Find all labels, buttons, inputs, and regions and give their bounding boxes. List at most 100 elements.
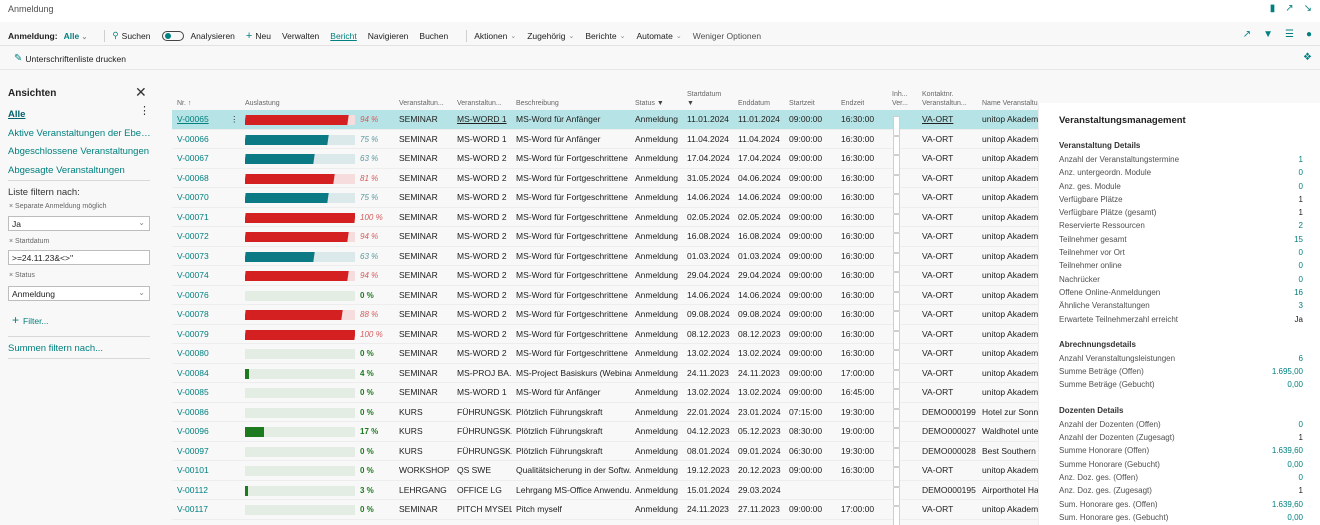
cell-nr-link[interactable]: V-00080 (177, 344, 209, 364)
cell-event-code[interactable]: MS-WORD 1 (457, 130, 512, 150)
cell-event-code[interactable]: FÜHRUNGSK... (457, 422, 512, 442)
col-header-venue-name[interactable]: Name Veranstaltun (982, 99, 1038, 108)
cell-contact[interactable]: DEMO000199 (922, 403, 980, 423)
factbox-value[interactable]: 0 (1299, 259, 1303, 272)
factbox-value[interactable]: 3 (1299, 299, 1303, 312)
cell-event-code[interactable]: MS-WORD 2 (457, 188, 512, 208)
cell-event-code[interactable]: MS-WORD 2 (457, 169, 512, 189)
factbox-value[interactable]: 1.639,60 (1272, 444, 1303, 457)
factbox-value[interactable]: 2 (1299, 219, 1303, 232)
cell-event-code[interactable]: MS-WORD 2 (457, 247, 512, 267)
table-row[interactable]: V-00084 4 % SEMINAR MS-PROJ BA... MS-Project… (172, 364, 1038, 389)
cell-nr-link[interactable]: V-00073 (177, 247, 209, 267)
factbox-value[interactable]: 1.695,00 (1272, 365, 1303, 378)
col-header-description[interactable]: Beschreibung (516, 99, 559, 108)
factbox-value[interactable]: 0 (1299, 418, 1303, 431)
cell-nr-link[interactable]: V-00078 (177, 305, 209, 325)
cell-contact[interactable]: VA-ORT (922, 383, 980, 403)
col-header-status[interactable]: Status ▼ (635, 99, 664, 108)
analyze-toggle[interactable]: Analysieren (161, 30, 235, 41)
automate-menu[interactable]: Automate ⌄ (636, 31, 681, 41)
col-header-start-time[interactable]: Startzeit (789, 99, 815, 108)
collapse-icon[interactable]: ↘ (1304, 3, 1312, 14)
new-button[interactable]: + Neu (246, 30, 271, 42)
factbox-value[interactable]: 1 (1299, 153, 1303, 166)
cell-contact[interactable]: VA-ORT (922, 149, 980, 169)
cell-contact[interactable]: VA-ORT (922, 286, 980, 306)
post-menu[interactable]: Buchen (419, 31, 448, 41)
factbox-value[interactable]: 0 (1299, 246, 1303, 259)
related-menu[interactable]: Zugehörig ⌄ (527, 31, 574, 41)
table-row[interactable]: V-00086 0 % KURS FÜHRUNGSK... Plötzlich Führ… (172, 403, 1038, 428)
cell-event-code[interactable]: QS SWE (457, 461, 512, 481)
cell-contact[interactable]: VA-ORT (922, 500, 980, 520)
list-view-icon[interactable]: ☰ (1285, 29, 1294, 40)
cell-nr-link[interactable]: V-00086 (177, 403, 209, 423)
factbox-value[interactable]: 0,00 (1287, 458, 1303, 471)
view-selector[interactable]: Alle ⌄ (64, 31, 88, 41)
toggle-switch[interactable] (161, 30, 184, 41)
cell-contact[interactable]: VA-ORT (922, 364, 980, 384)
view-item-completed[interactable]: Abgeschlossene Veranstaltungen (8, 143, 153, 162)
cell-event-code[interactable]: MS-WORD 2 (457, 325, 512, 345)
view-item-all[interactable]: Alle (8, 106, 153, 125)
factbox-value[interactable]: 1.639,60 (1272, 498, 1303, 511)
cell-contact[interactable]: VA-ORT (922, 305, 980, 325)
factbox-value[interactable]: 0 (1299, 166, 1303, 179)
cell-event-code[interactable]: MS-WORD 2 (457, 208, 512, 228)
col-header-start-date[interactable]: Startdatum ▼ (687, 90, 721, 108)
filter-status[interactable]: Anmeldung ⌄ (8, 286, 150, 301)
cell-event-code[interactable]: OFFICE LG (457, 481, 512, 501)
cell-contact[interactable]: VA-ORT (922, 344, 980, 364)
cell-nr-link[interactable]: V-00072 (177, 227, 209, 247)
table-row[interactable]: V-00078 88 % SEMINAR MS-WORD 2 MS-Word für F… (172, 305, 1038, 331)
cell-contact[interactable]: VA-ORT (922, 325, 980, 345)
table-row[interactable]: V-00112 3 % LEHRGANG OFFICE LG Lehrgang MS-O… (172, 481, 1038, 506)
factbox-value[interactable]: 0 (1299, 273, 1303, 286)
table-row[interactable]: V-00065 ⋮ 94 % SEMINAR MS-WORD 1 MS-Word für … (172, 110, 1038, 136)
col-header-utilization[interactable]: Auslastung (245, 99, 280, 108)
factbox-value[interactable]: 0,00 (1287, 378, 1303, 391)
col-header-contact[interactable]: Kontaktnr. Veranstaltun... (922, 90, 974, 108)
cell-contact[interactable]: DEMO000195 (922, 481, 980, 501)
cell-contact[interactable]: VA-ORT (922, 208, 980, 228)
actions-menu[interactable]: Aktionen ⌄ (474, 31, 516, 41)
cell-event-code[interactable]: FÜHRUNGSK... (457, 442, 512, 462)
col-header-end-date[interactable]: Enddatum (738, 99, 770, 108)
table-row[interactable]: V-00079 100 % SEMINAR MS-WORD 2 MS-Word für … (172, 325, 1038, 350)
cell-event-code[interactable]: MS-WORD 2 (457, 305, 512, 325)
cell-event-code[interactable]: MS-WORD 2 (457, 286, 512, 306)
cell-nr-link[interactable]: V-00070 (177, 188, 209, 208)
filter-start-date[interactable]: >=24.11.23&<>'' (8, 250, 150, 265)
table-row[interactable]: V-00101 0 % WORKSHOP QS SWE Qualitätsicherun… (172, 461, 1038, 487)
cell-nr-link[interactable]: V-00096 (177, 422, 209, 442)
remove-filter-icon[interactable]: × (9, 203, 13, 210)
cell-nr-link[interactable]: V-00084 (177, 364, 209, 384)
open-new-window-icon[interactable]: ↗ (1285, 3, 1293, 14)
cell-event-code[interactable]: MS-WORD 1 (457, 110, 512, 130)
row-checkbox[interactable] (893, 506, 900, 525)
bookmark-icon[interactable]: ▮ (1270, 3, 1276, 14)
cell-contact[interactable]: VA-ORT (922, 266, 980, 286)
cell-event-code[interactable]: MS-WORD 2 (457, 149, 512, 169)
sum-filter-link[interactable]: Summen filtern nach... (8, 343, 103, 354)
table-row[interactable]: V-00068 81 % SEMINAR MS-WORD 2 MS-Word für F… (172, 169, 1038, 194)
cell-event-code[interactable]: MS-WORD 2 (457, 227, 512, 247)
table-row[interactable]: V-00071 100 % SEMINAR MS-WORD 2 MS-Word für … (172, 208, 1038, 233)
cell-nr-link[interactable]: V-00085 (177, 383, 209, 403)
cell-nr-link[interactable]: V-00079 (177, 325, 209, 345)
filter-separate-registration[interactable]: Ja ⌄ (8, 216, 150, 231)
cell-nr-link[interactable]: V-00067 (177, 149, 209, 169)
cell-event-code[interactable]: PITCH MYSELF (457, 500, 512, 520)
report-tab[interactable]: Bericht (330, 31, 356, 41)
table-row[interactable]: V-00085 0 % SEMINAR MS-WORD 1 MS-Word für An… (172, 383, 1038, 409)
cell-nr-link[interactable]: V-00112 (177, 481, 208, 501)
col-header-nr[interactable]: Nr. ↑ (177, 99, 191, 108)
factbox-value[interactable]: 6 (1299, 352, 1303, 365)
col-header-inh[interactable]: Inh... Ver... (892, 90, 912, 108)
cell-contact[interactable]: VA-ORT (922, 247, 980, 267)
cell-contact[interactable]: VA-ORT (922, 188, 980, 208)
reports-menu[interactable]: Berichte ⌄ (585, 31, 625, 41)
fewer-options-button[interactable]: Weniger Optionen (693, 31, 761, 41)
table-row[interactable]: V-00072 94 % SEMINAR MS-WORD 2 MS-Word für F… (172, 227, 1038, 253)
